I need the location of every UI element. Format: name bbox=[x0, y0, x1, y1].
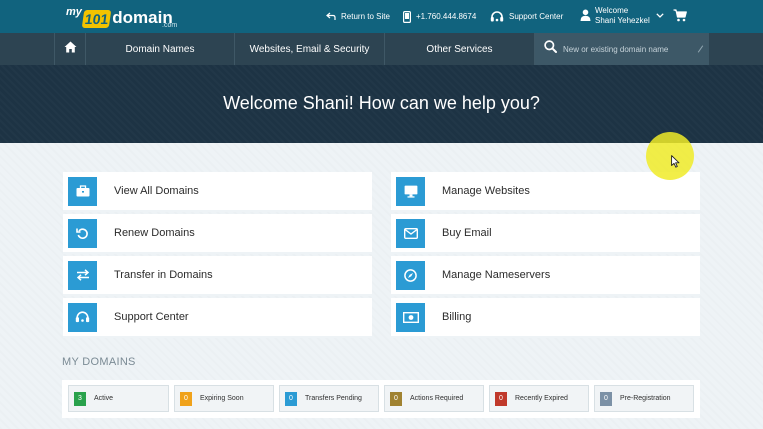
home-icon bbox=[64, 40, 77, 58]
return-arrow-icon bbox=[326, 12, 336, 21]
phone-icon bbox=[403, 10, 411, 23]
stat-label: Active bbox=[94, 395, 114, 402]
welcome-line: Welcome bbox=[595, 6, 629, 15]
stat-count: 0 bbox=[495, 391, 507, 406]
logo[interactable]: my 101 domain .com bbox=[66, 4, 177, 29]
stat-active[interactable]: 3 Active bbox=[68, 385, 169, 412]
monitor-icon bbox=[396, 176, 425, 206]
stat-count: 0 bbox=[600, 391, 612, 406]
stat-label: Expiring Soon bbox=[200, 395, 244, 402]
my-domains-title: MY DOMAINS bbox=[62, 356, 136, 368]
briefcase-icon bbox=[68, 176, 97, 206]
stat-pre-registration[interactable]: 0 Pre-Registration bbox=[594, 385, 694, 412]
stat-count: 0 bbox=[285, 391, 297, 406]
nav-other-services[interactable]: Other Services bbox=[385, 33, 535, 65]
stat-label: Transfers Pending bbox=[305, 395, 362, 402]
main-nav: Domain Names Websites, Email & Security … bbox=[0, 33, 763, 65]
billing-card[interactable]: Billing bbox=[391, 298, 700, 338]
manage-nameservers-card[interactable]: Manage Nameservers bbox=[391, 256, 700, 296]
billing-label: Billing bbox=[442, 311, 472, 323]
logo-my: my bbox=[66, 6, 82, 18]
stat-label: Actions Required bbox=[410, 395, 464, 402]
my-domains-stats: 3 Active 0 Expiring Soon 0 Transfers Pen… bbox=[62, 380, 700, 418]
stat-transfers-pending[interactable]: 0 Transfers Pending bbox=[279, 385, 379, 412]
user-name: Shani Yehezkel bbox=[595, 16, 650, 25]
renew-domains-label: Renew Domains bbox=[114, 227, 195, 239]
home-button[interactable] bbox=[54, 33, 86, 65]
buy-email-label: Buy Email bbox=[442, 227, 492, 239]
money-icon bbox=[396, 302, 425, 332]
search-icon[interactable] bbox=[544, 40, 557, 58]
domain-search-input[interactable] bbox=[563, 44, 703, 54]
envelope-icon bbox=[396, 218, 425, 248]
compass-icon bbox=[396, 260, 425, 290]
manage-websites-card[interactable]: Manage Websites bbox=[391, 172, 700, 212]
support-center-card[interactable]: Support Center bbox=[63, 298, 372, 338]
transfer-domains-card[interactable]: Transfer in Domains bbox=[63, 256, 372, 296]
nav-domain-names[interactable]: Domain Names bbox=[86, 33, 235, 65]
support-center-card-label: Support Center bbox=[114, 311, 189, 323]
renew-domains-card[interactable]: Renew Domains bbox=[63, 214, 372, 254]
account-menu[interactable]: Welcome Shani Yehezkel bbox=[580, 6, 664, 26]
cursor-highlight bbox=[646, 132, 694, 180]
stat-expiring-soon[interactable]: 0 Expiring Soon bbox=[174, 385, 274, 412]
headset-icon bbox=[490, 10, 504, 23]
domain-search bbox=[535, 33, 709, 65]
view-all-domains-label: View All Domains bbox=[114, 185, 199, 197]
user-icon bbox=[580, 9, 591, 24]
stat-actions-required[interactable]: 0 Actions Required bbox=[384, 385, 484, 412]
phone-link[interactable]: +1.760.444.8674 bbox=[403, 0, 476, 33]
stat-label: Pre-Registration bbox=[620, 395, 671, 402]
return-to-site-label: Return to Site bbox=[341, 12, 390, 21]
return-to-site-link[interactable]: Return to Site bbox=[326, 0, 390, 33]
stat-count: 0 bbox=[180, 391, 192, 406]
manage-websites-label: Manage Websites bbox=[442, 185, 530, 197]
mouse-pointer-icon bbox=[671, 155, 680, 173]
support-icon bbox=[68, 302, 97, 332]
top-bar: my 101 domain .com Return to Site +1.760… bbox=[0, 0, 763, 33]
support-center-label: Support Center bbox=[509, 12, 564, 21]
stat-label: Recently Expired bbox=[515, 395, 568, 402]
cart-icon[interactable] bbox=[673, 9, 687, 27]
stat-count: 3 bbox=[74, 391, 86, 406]
hero-title: Welcome Shani! How can we help you? bbox=[223, 93, 540, 113]
phone-number: +1.760.444.8674 bbox=[416, 12, 477, 21]
transfer-icon bbox=[68, 260, 97, 290]
logo-number: 101 bbox=[81, 10, 112, 28]
view-all-domains-card[interactable]: View All Domains bbox=[63, 172, 372, 212]
support-center-link[interactable]: Support Center bbox=[490, 0, 563, 33]
renew-icon bbox=[68, 218, 97, 248]
chevron-down-icon bbox=[656, 11, 664, 21]
buy-email-card[interactable]: Buy Email bbox=[391, 214, 700, 254]
nav-websites-email-security[interactable]: Websites, Email & Security bbox=[235, 33, 385, 65]
manage-nameservers-label: Manage Nameservers bbox=[442, 269, 551, 281]
hero-banner: Welcome Shani! How can we help you? bbox=[0, 65, 763, 143]
logo-suffix: .com bbox=[162, 22, 178, 29]
stat-recently-expired[interactable]: 0 Recently Expired bbox=[489, 385, 589, 412]
welcome-text: Welcome Shani Yehezkel bbox=[595, 6, 650, 26]
transfer-domains-label: Transfer in Domains bbox=[114, 269, 213, 281]
stat-count: 0 bbox=[390, 391, 402, 406]
